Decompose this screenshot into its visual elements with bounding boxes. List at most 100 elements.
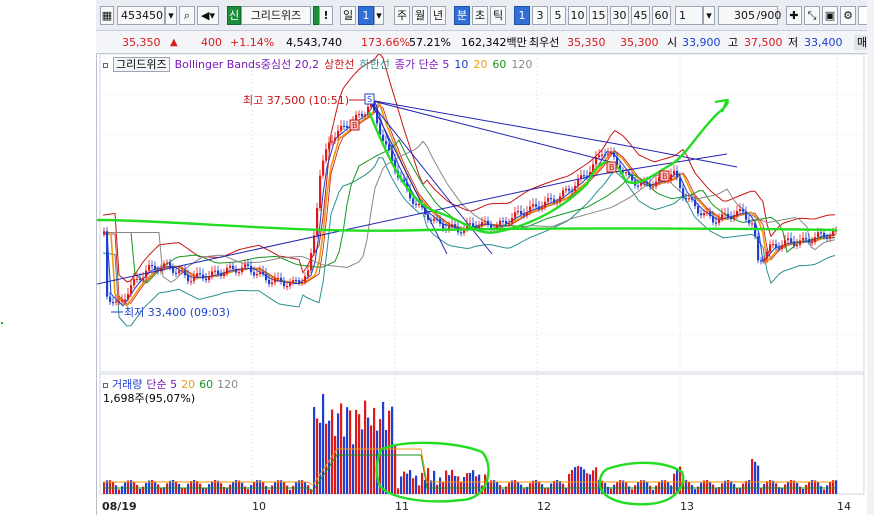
volume-bar — [754, 461, 757, 494]
stock-code-input[interactable]: 453450 — [117, 6, 165, 25]
code-dropdown-icon[interactable]: ▾ — [165, 6, 177, 25]
draw-tool-icon[interactable]: ⤡ — [804, 6, 820, 25]
candle-body — [748, 219, 751, 224]
interval-5-button[interactable]: 5 — [550, 6, 566, 25]
period-day-n-button[interactable]: 1 — [358, 6, 374, 25]
candle-body — [706, 212, 709, 214]
volume-bar — [367, 417, 370, 494]
layout-icon[interactable]: ▦ — [100, 6, 114, 25]
n-value-dropdown-icon[interactable]: ▾ — [703, 6, 715, 25]
candle-body — [709, 212, 712, 216]
candle-body — [646, 181, 649, 184]
candle-body — [304, 276, 307, 282]
volume-bar — [289, 489, 292, 494]
interval-15-button[interactable]: 15 — [589, 6, 608, 25]
volume-bar — [238, 480, 241, 494]
interval-30-button[interactable]: 30 — [610, 6, 629, 25]
volume-bar — [316, 418, 319, 494]
save-icon[interactable]: ▣ — [822, 6, 838, 25]
volume-bar — [166, 483, 169, 494]
x-axis: 08/19 10 11 12 13 14 — [102, 500, 851, 513]
candle-body — [106, 231, 109, 297]
period-minute-button[interactable]: 분 — [454, 6, 470, 25]
interval-3-button[interactable]: 3 — [532, 6, 548, 25]
candle-body — [700, 213, 703, 216]
search-icon[interactable]: ⌕ — [179, 6, 195, 25]
open-label: 시 — [667, 36, 678, 49]
period-week-button[interactable]: 주 — [394, 6, 410, 25]
candle-body — [340, 125, 343, 131]
volume-bar — [313, 407, 316, 494]
high-label: 고 — [728, 36, 739, 49]
period-tick-button[interactable]: 틱 — [490, 6, 506, 25]
candle-body — [190, 281, 193, 283]
n-value-input[interactable]: 1 — [675, 6, 703, 25]
interval-45-button[interactable]: 45 — [631, 6, 650, 25]
candle-body — [637, 185, 640, 187]
candle-body — [343, 125, 346, 128]
current-price: 35,350 — [122, 36, 161, 49]
candle-body — [514, 212, 517, 218]
volume-bar — [634, 485, 637, 494]
volume-bar — [412, 478, 415, 494]
volume-bar — [622, 480, 625, 494]
candle-body — [715, 222, 718, 224]
candle-body — [283, 281, 286, 287]
candle-body — [472, 223, 475, 227]
volume-pane-frame — [99, 373, 865, 495]
volume-bar — [148, 480, 151, 494]
candle-body — [538, 206, 541, 210]
volume-bar — [307, 485, 310, 494]
right-scroll-edge[interactable] — [867, 0, 874, 515]
stray-marker-dot — [1, 322, 3, 324]
period-day-button[interactable]: 일 — [340, 6, 356, 25]
interval-10-button[interactable]: 10 — [568, 6, 587, 25]
volume-header-checkbox[interactable] — [103, 382, 108, 388]
candle-body — [121, 300, 124, 302]
volume-bar — [139, 488, 142, 494]
volume-bar — [568, 473, 571, 494]
period-year-button[interactable]: 년 — [430, 6, 446, 25]
crosshair-plus-icon[interactable]: ✚ — [786, 6, 802, 25]
volume-bar — [793, 480, 796, 494]
candle-body — [310, 253, 313, 271]
candle-body — [112, 301, 115, 304]
candle-body — [460, 232, 463, 234]
candle-body — [502, 220, 505, 223]
settings-gear-icon[interactable]: ⚙ — [840, 6, 856, 25]
volume-bar — [358, 414, 361, 494]
volume-bar — [415, 475, 418, 494]
candle-body — [208, 276, 211, 281]
candle-body — [442, 223, 445, 229]
user-drawings — [97, 98, 838, 506]
candle-body — [775, 244, 778, 248]
candle-body — [532, 204, 535, 207]
candle-body — [229, 265, 232, 269]
price-wizard-button[interactable]: 그리드위즈 — [113, 57, 170, 72]
price-header-checkbox[interactable] — [103, 62, 108, 68]
chart-area[interactable]: 08/19 10 11 12 13 14 최고 37,500 (10:51) S 최저 3… — [96, 54, 874, 515]
candle-body — [805, 238, 808, 240]
candle-body — [814, 237, 817, 243]
speaker-icon[interactable]: ◀▾ — [197, 6, 219, 25]
new-badge[interactable]: 신 — [227, 6, 241, 25]
period-month-button[interactable]: 월 — [412, 6, 428, 25]
period-second-button[interactable]: 초 — [472, 6, 488, 25]
period-dropdown-icon[interactable]: ▾ — [374, 6, 384, 25]
x-axis-label: 12 — [537, 500, 551, 513]
volume-bar — [178, 484, 181, 494]
candle-body — [778, 247, 781, 249]
candle-body — [523, 214, 526, 216]
buy-marker-3-label: B — [662, 172, 668, 181]
volume-bar — [370, 425, 373, 494]
interval-60-button[interactable]: 60 — [652, 6, 671, 25]
alert-button[interactable]: ! — [319, 6, 333, 25]
candlestick-chart[interactable]: 08/19 10 11 12 13 14 최고 37,500 (10:51) S 최저 3… — [97, 54, 868, 515]
candle-body — [295, 280, 298, 282]
high-marker-letter: S — [367, 95, 372, 104]
volume-bar — [136, 484, 139, 494]
volume-bar — [343, 436, 346, 494]
interval-1-button[interactable]: 1 — [514, 6, 530, 25]
grid-wizard-button[interactable]: 그리드위즈 — [241, 6, 311, 25]
count-max-label: /900 — [756, 9, 782, 22]
